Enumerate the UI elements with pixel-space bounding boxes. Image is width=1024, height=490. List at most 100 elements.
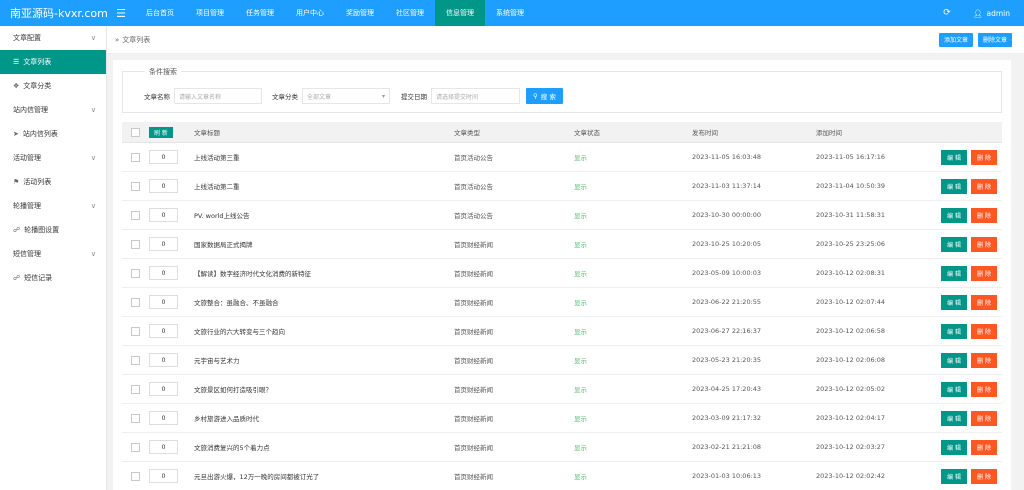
sidebar-group-0[interactable]: 文章配置 ∨ bbox=[0, 26, 106, 50]
nav-item-3[interactable]: 用户中心 bbox=[285, 0, 335, 26]
sidebar-group-3[interactable]: 站内信管理 ∨ bbox=[0, 98, 106, 122]
delete-button[interactable]: 删 除 bbox=[971, 352, 997, 368]
edit-button[interactable]: 编 辑 bbox=[941, 468, 967, 484]
sort-order-input[interactable]: 0 bbox=[149, 237, 178, 251]
sidebar-item-label: 文章列表 bbox=[23, 58, 52, 66]
sort-order-input[interactable]: 0 bbox=[149, 382, 178, 396]
nav-item-0[interactable]: 后台首页 bbox=[135, 0, 185, 26]
sidebar-item-1[interactable]: ☰ 文章列表 bbox=[0, 50, 106, 74]
refresh-icon[interactable]: ⟳ bbox=[933, 0, 961, 26]
sidebar-item-4[interactable]: ➤ 站内信列表 bbox=[0, 122, 106, 146]
delete-button[interactable]: 删 除 bbox=[971, 323, 997, 339]
edit-button[interactable]: 编 辑 bbox=[941, 323, 967, 339]
sort-order-input[interactable]: 0 bbox=[149, 353, 178, 367]
sidebar-item-10[interactable]: ☍ 短信记录 bbox=[0, 266, 106, 290]
nav-item-6[interactable]: 信息管理 bbox=[435, 0, 485, 26]
edit-button[interactable]: 编 辑 bbox=[941, 236, 967, 252]
delete-button[interactable]: 删 除 bbox=[971, 294, 997, 310]
select-all-checkbox[interactable] bbox=[131, 127, 140, 137]
sidebar-group-9[interactable]: 短信管理 ∨ bbox=[0, 242, 106, 266]
delete-button[interactable]: 删 除 bbox=[971, 265, 997, 281]
row-checkbox[interactable] bbox=[131, 152, 140, 162]
row-checkbox[interactable] bbox=[131, 181, 140, 191]
sidebar-group-label: 文章配置 bbox=[13, 34, 41, 42]
article-title: 文旅行业的六大转变与三个趋向 bbox=[194, 328, 285, 336]
nav-item-4[interactable]: 奖励管理 bbox=[335, 0, 385, 26]
edit-button[interactable]: 编 辑 bbox=[941, 207, 967, 223]
edit-button[interactable]: 编 辑 bbox=[941, 294, 967, 310]
edit-button[interactable]: 编 辑 bbox=[941, 410, 967, 426]
article-name-input[interactable]: 请输入文章名称 bbox=[174, 88, 262, 104]
delete-button[interactable]: 删 除 bbox=[971, 149, 997, 165]
article-title: 元宇宙与艺术力 bbox=[194, 357, 240, 365]
delete-button[interactable]: 删 除 bbox=[971, 236, 997, 252]
user-name: admin bbox=[986, 8, 1011, 18]
row-checkbox[interactable] bbox=[131, 413, 140, 423]
row-checkbox[interactable] bbox=[131, 326, 140, 336]
search-icon: ⚲ bbox=[533, 92, 538, 100]
sort-cell: 0 bbox=[149, 150, 194, 164]
sidebar-item-8[interactable]: ☍ 轮播图设置 bbox=[0, 218, 106, 242]
sort-order-input[interactable]: 0 bbox=[149, 179, 178, 193]
nav-item-2[interactable]: 任务管理 bbox=[235, 0, 285, 26]
sort-order-input[interactable]: 0 bbox=[149, 295, 178, 309]
search-legend: 条件搜索 bbox=[145, 67, 181, 77]
row-actions: 编 辑删 除 bbox=[938, 207, 1002, 223]
row-checkbox[interactable] bbox=[131, 384, 140, 394]
category-select[interactable]: 全部文章 ▾ bbox=[302, 88, 390, 104]
edit-button[interactable]: 编 辑 bbox=[941, 149, 967, 165]
submit-date-input[interactable]: 请选择提交时间 bbox=[431, 88, 520, 104]
row-checkbox[interactable] bbox=[131, 355, 140, 365]
sidebar-group-7[interactable]: 轮播管理 ∨ bbox=[0, 194, 106, 218]
article-title: 上线活动第二重 bbox=[194, 183, 240, 191]
row-checkbox[interactable] bbox=[131, 471, 140, 481]
sort-order-input[interactable]: 0 bbox=[149, 266, 178, 280]
nav-item-1[interactable]: 项目管理 bbox=[185, 0, 235, 26]
delete-button[interactable]: 删 除 bbox=[971, 439, 997, 455]
search-button[interactable]: ⚲ 搜 索 bbox=[526, 88, 563, 104]
delete-button[interactable]: 删 除 bbox=[971, 207, 997, 223]
sidebar-item-2[interactable]: ❖ 文章分类 bbox=[0, 74, 106, 98]
row-checkbox[interactable] bbox=[131, 297, 140, 307]
row-checkbox[interactable] bbox=[131, 239, 140, 249]
delete-button[interactable]: 删 除 bbox=[971, 178, 997, 194]
column-header-type: 文章类型 bbox=[454, 129, 480, 137]
app-logo[interactable]: 南亚源码-kvxr.com bbox=[0, 0, 108, 26]
delete-button[interactable]: 删 除 bbox=[971, 410, 997, 426]
sort-order-input[interactable]: 0 bbox=[149, 440, 178, 454]
nav-item-7[interactable]: 系统管理 bbox=[485, 0, 535, 26]
refresh-button[interactable]: 刷 新 bbox=[149, 126, 173, 138]
sidebar-item-6[interactable]: ⚑ 活动列表 bbox=[0, 170, 106, 194]
delete-button[interactable]: 删 除 bbox=[971, 381, 997, 397]
sort-order-input[interactable]: 0 bbox=[149, 411, 178, 425]
article-title: 文旅景区如何打造吸引眼？ bbox=[194, 386, 272, 394]
user-menu[interactable]: 👤︎ admin bbox=[961, 0, 1024, 26]
table-row: 0 元旦出游火爆，12万一晚的房间都被订光了 首页财经新闻 显示 2023-01-03 … bbox=[122, 462, 1002, 490]
sidebar-group-5[interactable]: 活动管理 ∨ bbox=[0, 146, 106, 170]
article-status: 显示 bbox=[574, 444, 587, 452]
add-article-button[interactable]: 添加文章 bbox=[938, 32, 973, 47]
row-checkbox[interactable] bbox=[131, 268, 140, 278]
row-checkbox[interactable] bbox=[131, 210, 140, 220]
edit-button[interactable]: 编 辑 bbox=[941, 265, 967, 281]
sort-order-input[interactable]: 0 bbox=[149, 469, 178, 483]
top-right: ⟳ 👤︎ admin bbox=[933, 0, 1024, 26]
article-status: 显示 bbox=[574, 328, 587, 336]
delete-button[interactable]: 删 除 bbox=[971, 468, 997, 484]
delete-articles-button[interactable]: 删除文章 bbox=[977, 32, 1012, 47]
sort-order-input[interactable]: 0 bbox=[149, 208, 178, 222]
hamburger-icon[interactable]: ☰ bbox=[107, 0, 135, 26]
edit-button[interactable]: 编 辑 bbox=[941, 178, 967, 194]
sort-order-input[interactable]: 0 bbox=[149, 150, 178, 164]
row-checkbox[interactable] bbox=[131, 442, 140, 452]
page-actions: 添加文章 删除文章 bbox=[938, 32, 1024, 47]
edit-button[interactable]: 编 辑 bbox=[941, 381, 967, 397]
sort-cell: 0 bbox=[149, 295, 194, 309]
article-type: 首页财经新闻 bbox=[454, 444, 493, 452]
article-published: 2023-05-23 21:20:35 bbox=[692, 356, 762, 364]
edit-button[interactable]: 编 辑 bbox=[941, 352, 967, 368]
sort-order-input[interactable]: 0 bbox=[149, 324, 178, 338]
edit-button[interactable]: 编 辑 bbox=[941, 439, 967, 455]
nav-item-5[interactable]: 社区管理 bbox=[385, 0, 435, 26]
row-actions: 编 辑删 除 bbox=[938, 381, 1002, 397]
